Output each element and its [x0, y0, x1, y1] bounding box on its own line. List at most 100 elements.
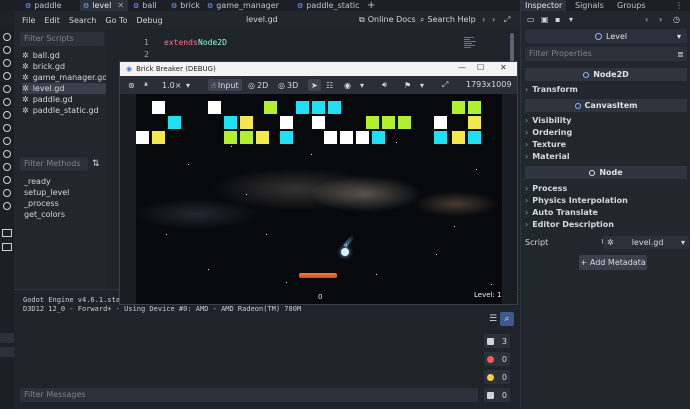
group-auto-translate[interactable]: › Auto Translate: [525, 207, 598, 218]
visibility-icon[interactable]: [3, 176, 11, 184]
scene-tab-level[interactable]: ⚙ level ✕: [80, 0, 128, 11]
menu-debug[interactable]: Debug: [136, 16, 162, 25]
camera-icon[interactable]: ◉: [344, 79, 351, 91]
new-resource-icon[interactable]: ▭: [527, 15, 535, 24]
node-selector[interactable]: Level ▾: [525, 29, 687, 43]
scene-tab-game-manager[interactable]: ⚙ game_manager: [204, 0, 290, 11]
group-editor-description[interactable]: › Editor Description: [525, 219, 614, 230]
zoom-level[interactable]: 1.0×: [162, 79, 181, 91]
previous-icon[interactable]: ‹: [482, 15, 485, 24]
clear-output-icon[interactable]: ☰: [486, 312, 500, 326]
mode-2d-button[interactable]: ◎ 2D: [248, 79, 268, 91]
script-item-game-manager[interactable]: ✲ game_manager.gd: [22, 72, 107, 83]
suspend-icon[interactable]: ⏸: [144, 79, 148, 91]
minimize-icon[interactable]: —: [458, 63, 466, 72]
script-item-level[interactable]: ✲ level.gd: [22, 83, 106, 94]
search-help-button[interactable]: ⌕ Search Help: [420, 15, 476, 25]
method-item[interactable]: _process: [24, 199, 59, 208]
menu-go-to[interactable]: Go To: [105, 16, 127, 25]
chevron-down-icon[interactable]: ▾: [360, 79, 364, 91]
visibility-icon[interactable]: [3, 150, 11, 158]
add-metadata-button[interactable]: + Add Metadata: [579, 255, 647, 270]
camera-override-icon[interactable]: ⚑: [404, 79, 411, 91]
audio-icon[interactable]: 🔊︎: [382, 79, 387, 91]
mode-3d-button[interactable]: ◎ 3D: [278, 79, 298, 91]
filter-methods-input[interactable]: Filter Methods: [20, 157, 88, 171]
history-icon[interactable]: ◷: [673, 15, 680, 24]
add-tab-icon[interactable]: +: [364, 0, 378, 11]
visibility-icon[interactable]: [3, 137, 11, 145]
script-item-paddle-static[interactable]: ✲ paddle_static.gd: [22, 105, 106, 116]
script-resource-picker[interactable]: ✲ level.gd ▾: [603, 236, 689, 249]
close-icon[interactable]: ✕: [117, 1, 124, 10]
menu-file[interactable]: File: [22, 16, 35, 25]
panel-icon[interactable]: [2, 243, 12, 251]
fullscreen-icon[interactable]: ⤢: [442, 79, 448, 91]
menu-search[interactable]: Search: [69, 16, 96, 25]
sort-icon[interactable]: ⇅: [92, 159, 100, 169]
script-item-paddle[interactable]: ✲ paddle.gd: [22, 94, 106, 105]
online-docs-button[interactable]: ⧉ Online Docs: [359, 15, 416, 25]
scene-tab-brick[interactable]: ⚙ brick: [168, 0, 208, 11]
group-texture[interactable]: › Texture: [525, 139, 566, 150]
menu-icon[interactable]: ⋮: [671, 0, 687, 11]
game-speed-icon[interactable]: ⊛: [128, 79, 135, 91]
input-mode-button[interactable]: ☝ Input: [208, 79, 242, 91]
scene-tab-paddle-static[interactable]: ⚙ paddle_static: [294, 0, 364, 11]
code-minimap[interactable]: [464, 37, 478, 55]
filter-messages-input[interactable]: Filter Messages: [20, 388, 478, 402]
options-icon[interactable]: ≣: [677, 50, 684, 59]
group-physics-interpolation[interactable]: › Physics Interpolation: [525, 195, 628, 206]
save-icon[interactable]: ▪: [555, 15, 560, 24]
filter-errors-toggle[interactable]: 0: [484, 352, 510, 366]
game-debug-window[interactable]: ◉ Brick Breaker (DEBUG) — ☐ ✕ ⊛ ⏸ 1.0× ▾…: [119, 61, 518, 305]
chevron-down-icon[interactable]: ▾: [420, 79, 424, 91]
tab-groups[interactable]: Groups: [613, 0, 650, 11]
visibility-icon[interactable]: [3, 72, 11, 80]
bottom-dock-button[interactable]: [0, 347, 14, 357]
chevron-down-icon[interactable]: ▾: [569, 15, 573, 24]
bottom-dock-button[interactable]: [0, 333, 14, 343]
panel-icon[interactable]: [2, 229, 12, 237]
visibility-icon[interactable]: [3, 189, 11, 197]
maximize-icon[interactable]: ☐: [477, 63, 484, 72]
close-icon[interactable]: ✕: [500, 63, 507, 72]
visibility-icon[interactable]: [3, 33, 11, 41]
next-icon[interactable]: ›: [492, 15, 495, 24]
group-material[interactable]: › Material: [525, 151, 570, 162]
group-process[interactable]: › Process: [525, 183, 567, 194]
method-item[interactable]: setup_level: [24, 188, 69, 197]
menu-edit[interactable]: Edit: [44, 16, 60, 25]
visibility-icon[interactable]: [3, 111, 11, 119]
select-tool-icon[interactable]: ➤: [308, 79, 321, 91]
distraction-free-icon[interactable]: ⤢: [504, 15, 510, 25]
tab-signals[interactable]: Signals: [571, 0, 608, 11]
tab-inspector[interactable]: Inspector: [521, 0, 567, 11]
visibility-icon[interactable]: [3, 98, 11, 106]
method-item[interactable]: _ready: [24, 177, 51, 186]
search-icon[interactable]: ⌕: [500, 312, 514, 326]
group-transform[interactable]: › Transform: [525, 84, 578, 95]
game-viewport[interactable]: 0 Level: 1: [136, 94, 502, 304]
filter-scripts-input[interactable]: Filter Scripts: [20, 32, 104, 46]
group-visibility[interactable]: › Visibility: [525, 115, 572, 126]
method-item[interactable]: get_colors: [24, 210, 65, 219]
load-resource-icon[interactable]: ▣: [541, 15, 549, 24]
script-item-ball[interactable]: ✲ ball.gd: [22, 50, 106, 61]
visibility-icon[interactable]: [3, 85, 11, 93]
visibility-icon[interactable]: [3, 202, 11, 210]
filter-properties-input[interactable]: Filter Properties: [525, 47, 687, 61]
filter-messages-toggle[interactable]: 3: [484, 334, 510, 348]
visibility-icon[interactable]: [3, 124, 11, 132]
filter-info-toggle[interactable]: 0: [484, 388, 510, 402]
scrollbar-thumb[interactable]: [510, 33, 514, 63]
visibility-icon[interactable]: [3, 46, 11, 54]
chevron-down-icon[interactable]: ▾: [186, 79, 190, 91]
visibility-icon[interactable]: [3, 59, 11, 67]
group-ordering[interactable]: › Ordering: [525, 127, 572, 138]
game-window-titlebar[interactable]: ◉ Brick Breaker (DEBUG) — ☐ ✕: [120, 62, 517, 76]
script-item-brick[interactable]: ✲ brick.gd: [22, 61, 106, 72]
history-back-icon[interactable]: ‹: [645, 15, 648, 24]
history-forward-icon[interactable]: ›: [659, 15, 662, 24]
list-select-icon[interactable]: ☷: [326, 79, 333, 91]
